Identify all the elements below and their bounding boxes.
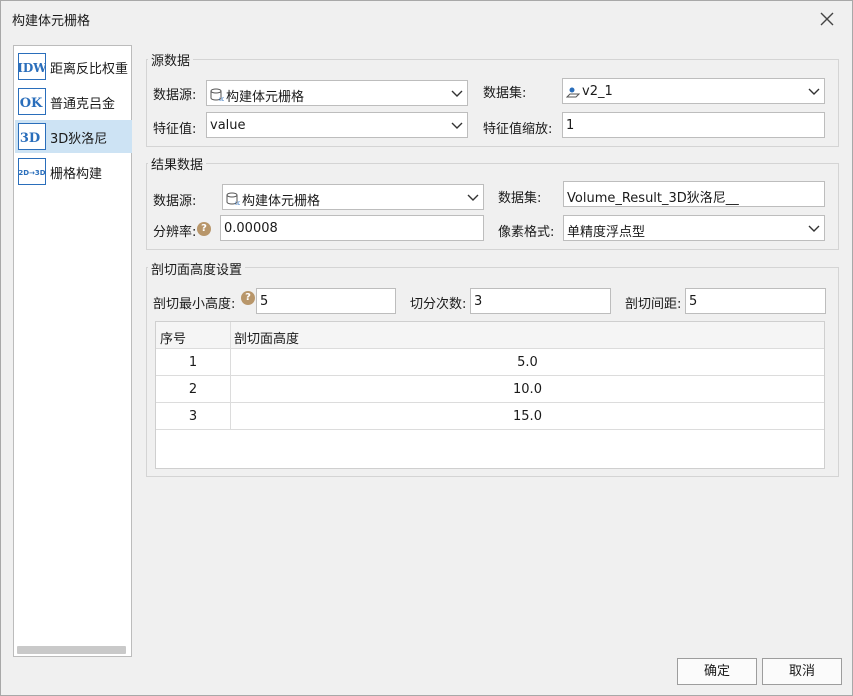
nav-item-3d-delaunay[interactable]: 3D 3D狄洛尼 <box>15 120 132 153</box>
result-dataset-label: 数据集: <box>498 191 542 206</box>
chevron-down-icon <box>467 194 479 201</box>
nav-item-label: 栅格构建 <box>50 167 103 182</box>
min-height-help-icon[interactable]: ? <box>241 291 255 305</box>
resolution-input[interactable]: 0.00008 <box>220 215 484 241</box>
table-row[interactable]: 1 5.0 <box>156 349 824 376</box>
point-dataset-icon <box>566 87 580 98</box>
table-row[interactable]: 2 10.0 <box>156 376 824 403</box>
resolution-help-icon[interactable]: ? <box>197 222 211 236</box>
svg-text:3D: 3D <box>20 131 40 146</box>
close-icon[interactable] <box>818 10 836 28</box>
table-header: 序号 剖切面高度 <box>156 322 824 349</box>
svg-text:UDB: UDB <box>219 97 224 101</box>
min-height-label: 剖切最小高度: <box>153 297 236 312</box>
split-count-input[interactable]: 3 <box>470 288 611 314</box>
chevron-down-icon <box>808 225 820 232</box>
nav-item-label: 距离反比权重 <box>50 62 129 77</box>
raster-build-icon: 2D→3D <box>18 158 46 185</box>
source-datasource-select[interactable]: UDB 构建体元栅格 <box>206 80 468 106</box>
nav-item-kriging[interactable]: OK 普通克吕金 <box>15 85 132 118</box>
idw-icon: IDW <box>18 53 46 80</box>
split-count-label: 切分次数: <box>410 297 467 312</box>
source-data-title: 源数据 <box>148 50 194 69</box>
feature-value-label: 特征值: <box>153 122 197 137</box>
source-dataset-select[interactable]: v2_1 <box>562 78 825 104</box>
chevron-down-icon <box>808 88 820 95</box>
section-height-table: 序号 剖切面高度 1 5.0 2 10.0 3 15.0 <box>155 321 825 469</box>
kriging-icon: OK <box>18 88 46 115</box>
table-row[interactable]: 3 15.0 <box>156 403 824 430</box>
column-header-height[interactable]: 剖切面高度 <box>234 328 299 347</box>
feature-value-select[interactable]: value <box>206 112 468 138</box>
chevron-down-icon <box>451 122 463 129</box>
svg-text:OK: OK <box>20 96 43 111</box>
pixel-format-label: 像素格式: <box>498 225 555 240</box>
resolution-label: 分辨率: <box>153 225 197 240</box>
feature-scale-label: 特征值缩放: <box>483 122 553 137</box>
dialog-window: 构建体元栅格 IDW 距离反比权重 OK 普通克吕金 3D 3D狄洛尼 2D→3… <box>0 0 853 696</box>
svg-text:UDB: UDB <box>235 201 240 205</box>
min-height-input[interactable]: 5 <box>256 288 396 314</box>
pixel-format-select[interactable]: 单精度浮点型 <box>563 215 825 241</box>
horizontal-scrollbar[interactable] <box>17 646 126 654</box>
nav-item-label: 普通克吕金 <box>50 97 116 112</box>
feature-scale-input[interactable]: 1 <box>562 112 825 138</box>
source-datasource-label: 数据源: <box>153 88 197 103</box>
method-list: IDW 距离反比权重 OK 普通克吕金 3D 3D狄洛尼 2D→3D 栅格构建 <box>13 45 132 657</box>
nav-item-idw[interactable]: IDW 距离反比权重 <box>15 50 132 83</box>
svg-text:2D→3D: 2D→3D <box>18 169 45 177</box>
delaunay-3d-icon: 3D <box>18 123 46 150</box>
result-datasource-label: 数据源: <box>153 194 197 209</box>
result-data-title: 结果数据 <box>148 154 207 173</box>
svg-text:IDW: IDW <box>18 61 46 75</box>
result-dataset-input[interactable]: Volume_Result_3D狄洛尼__ <box>563 181 825 207</box>
result-datasource-select[interactable]: UDB 构建体元栅格 <box>222 184 484 210</box>
interval-input[interactable]: 5 <box>685 288 826 314</box>
ok-button[interactable]: 确定 <box>677 658 757 685</box>
nav-item-raster-build[interactable]: 2D→3D 栅格构建 <box>15 155 132 188</box>
column-header-no[interactable]: 序号 <box>160 328 186 347</box>
datasource-icon: UDB <box>210 88 224 101</box>
section-height-title: 剖切面高度设置 <box>148 259 246 278</box>
datasource-icon: UDB <box>226 192 240 205</box>
interval-label: 剖切间距: <box>625 297 682 312</box>
cancel-button[interactable]: 取消 <box>762 658 842 685</box>
chevron-down-icon <box>451 90 463 97</box>
nav-item-label: 3D狄洛尼 <box>50 132 108 147</box>
column-divider <box>230 322 231 430</box>
window-title: 构建体元栅格 <box>12 14 91 29</box>
source-dataset-label: 数据集: <box>483 86 527 101</box>
